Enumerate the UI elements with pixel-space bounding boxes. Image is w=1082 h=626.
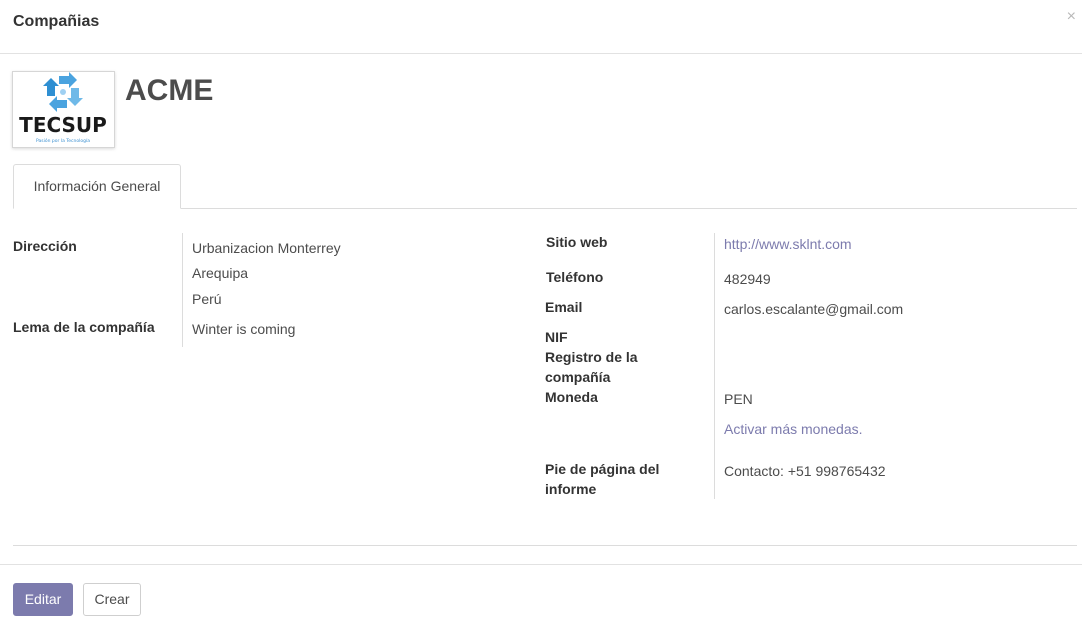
company-name: ACME (125, 74, 214, 107)
tab-informacion-general[interactable]: Información General (13, 164, 181, 209)
website-link[interactable]: http://www.sklnt.com (724, 234, 852, 254)
report-footer-label-line1: Pie de página del (545, 461, 660, 477)
content-divider (13, 545, 1077, 546)
svg-text:Pasión por la Tecnología: Pasión por la Tecnología (36, 137, 90, 144)
slogan-value: Winter is coming (192, 321, 296, 337)
nif-label: NIF (545, 329, 568, 345)
create-button[interactable]: Crear (83, 583, 141, 616)
address-country: Perú (192, 291, 222, 307)
website-label: Sitio web (546, 234, 608, 250)
email-label: Email (545, 299, 583, 315)
address-city: Arequipa (192, 265, 249, 281)
company-logo[interactable]: TECSUP Pasión por la Tecnología (12, 71, 115, 148)
currency-value: PEN (724, 391, 753, 407)
report-footer-value: Contacto: +51 998765432 (724, 463, 886, 479)
report-footer-label-line2: informe (545, 481, 597, 497)
dialog-header: Compañias × (0, 0, 1082, 54)
right-group-divider (714, 233, 715, 499)
slogan-label: Lema de la compañía (13, 319, 155, 335)
edit-button[interactable]: Editar (13, 583, 73, 616)
phone-label: Teléfono (546, 269, 604, 285)
tecsup-logo-icon: TECSUP Pasión por la Tecnología (19, 72, 107, 144)
email-value: carlos.escalante@gmail.com (724, 301, 904, 317)
company-registry-label-line1: Registro de la (545, 349, 638, 365)
activate-currencies-link[interactable]: Activar más monedas. (724, 419, 863, 439)
company-dialog: Compañias × TECSUP Pasión por la Tecnolo… (0, 0, 1082, 626)
address-label: Dirección (13, 238, 77, 254)
footer-divider (0, 564, 1082, 565)
left-group-divider (182, 233, 183, 347)
phone-value: 482949 (724, 271, 771, 287)
dialog-title: Compañias (13, 13, 100, 30)
address-street: Urbanizacion Monterrey (192, 240, 341, 256)
currency-label: Moneda (545, 389, 598, 405)
company-registry-label-line2: compañía (545, 369, 611, 385)
close-icon[interactable]: × (1067, 9, 1076, 25)
svg-text:TECSUP: TECSUP (19, 113, 107, 137)
